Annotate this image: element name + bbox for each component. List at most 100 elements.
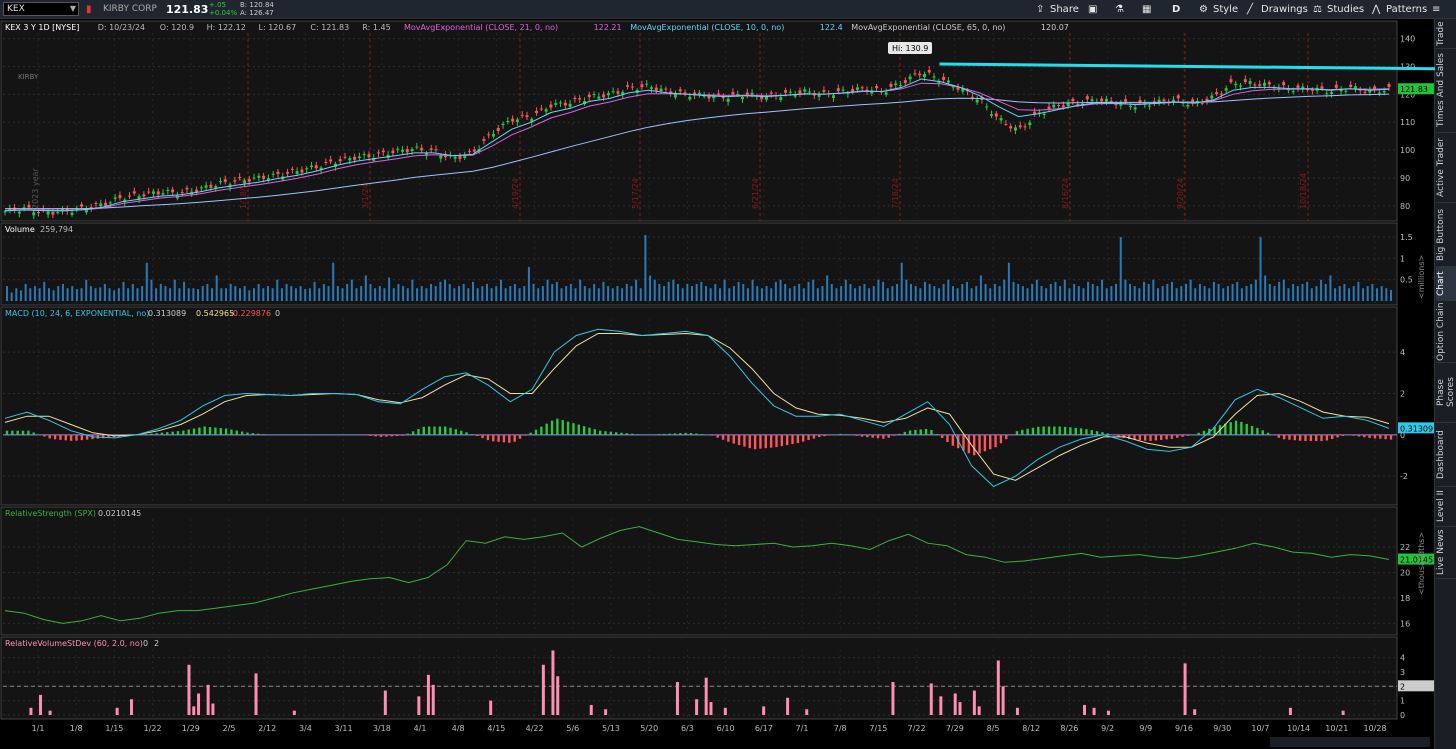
tab-level-ii[interactable]: Level II	[1436, 487, 1456, 527]
macd-value: 0.313089	[148, 309, 186, 318]
studies-icon[interactable]: ⚖	[1313, 0, 1322, 19]
candle-body	[171, 189, 175, 193]
volume-bar	[266, 286, 269, 301]
tab-trade[interactable]: Trade	[1436, 19, 1456, 49]
volume-bar	[411, 279, 414, 301]
volume-bar	[1254, 279, 1257, 301]
grid-icon[interactable]: ▦	[1142, 0, 1151, 19]
patterns-button[interactable]: Patterns	[1386, 0, 1427, 19]
candle-body	[17, 211, 21, 214]
volume-bar	[1194, 288, 1197, 301]
volume-bar	[933, 286, 936, 301]
macd-hist-bar	[1063, 426, 1067, 435]
x-tick-label: 3/11	[335, 724, 353, 733]
chart-area[interactable]: 1/18/24 3/1/24 4/19/24 5/17/24 6/21/24 7/18/2…	[0, 19, 1435, 749]
volume-bar	[332, 262, 335, 301]
candle-body	[808, 91, 812, 93]
volume-bar	[80, 288, 83, 301]
tab-live-news[interactable]: Live News	[1436, 527, 1456, 579]
macd-hist-bar	[1347, 434, 1350, 436]
volume-bar	[392, 288, 395, 301]
volume-bar	[1152, 279, 1155, 301]
timeframe-button[interactable]: D	[1172, 0, 1180, 19]
flask-icon[interactable]: ⚗	[1115, 0, 1124, 19]
tab-times-and-sales[interactable]: Times And Sales	[1436, 49, 1456, 133]
candle-body	[1363, 91, 1367, 93]
volume-value: 259,794	[40, 225, 73, 234]
candle-body	[645, 83, 649, 85]
volume-bar	[998, 286, 1001, 301]
macd-hist-bar	[1079, 428, 1083, 435]
rvs-bar	[541, 664, 545, 715]
candle-body	[525, 115, 529, 118]
price-tick: 130	[1400, 62, 1415, 71]
macd-hist-bar	[160, 432, 164, 435]
symbol-input[interactable]: KEX ▼	[3, 2, 79, 16]
last-price: 121.83	[166, 3, 209, 16]
x-tick-label: 5/20	[640, 724, 658, 733]
candle-body	[1210, 95, 1214, 99]
tab-chart[interactable]: Chart	[1436, 267, 1456, 301]
tab-active-trader[interactable]: Active Trader	[1436, 133, 1456, 203]
volume-bar	[863, 283, 866, 301]
style-button[interactable]: Style	[1213, 0, 1238, 19]
volume-bar	[1021, 286, 1024, 301]
rvs-bar	[115, 707, 119, 715]
volume-bar	[1073, 283, 1076, 301]
macd-hist-bar	[679, 433, 682, 435]
volume-bar	[1357, 281, 1360, 301]
volume-bar	[369, 283, 372, 301]
menu-icon[interactable]: ≡	[1432, 0, 1440, 19]
candle-body	[1239, 85, 1243, 87]
macd-hist-bar	[1363, 434, 1366, 438]
tab-phase-scores[interactable]: Phase Scores	[1436, 363, 1456, 423]
patterns-icon[interactable]: ⋀	[1372, 0, 1380, 19]
candle-body	[1061, 105, 1065, 108]
macd-tick: -2	[1400, 472, 1408, 481]
candle-body	[1057, 105, 1061, 107]
volume-bar	[984, 283, 987, 301]
chart-scrollbar[interactable]	[1270, 737, 1430, 747]
macd-hist-bar	[1229, 422, 1232, 435]
tab-dashboard[interactable]: Dashboard	[1436, 423, 1456, 487]
symbol-text: KEX	[7, 4, 25, 14]
price-header-item: C: 121.83	[310, 23, 349, 32]
price-tick: 110	[1400, 118, 1415, 127]
volume-bar	[388, 277, 391, 301]
macd-hist-bar	[53, 434, 57, 440]
macd-hist-bar	[454, 429, 458, 435]
tab-big-buttons[interactable]: Big Buttons	[1436, 203, 1456, 267]
lock-icon[interactable]: ▮	[86, 0, 92, 19]
volume-bar	[1376, 288, 1379, 301]
candle-body	[453, 156, 457, 159]
volume-bar	[99, 287, 102, 301]
chevron-down-icon[interactable]: ▼	[70, 3, 76, 15]
rvs-bar	[192, 706, 196, 715]
share-button[interactable]: Share	[1050, 0, 1079, 19]
macd-hist-bar	[230, 429, 233, 435]
volume-bar	[117, 288, 120, 301]
tab-option-chain[interactable]: Option Chain	[1436, 301, 1456, 363]
macd-hist-bar	[684, 432, 687, 435]
macd-hist-bar	[791, 434, 794, 445]
macd-hist-bar	[1074, 427, 1077, 435]
macd-hist-bar	[219, 428, 222, 435]
candle-body	[27, 204, 31, 208]
rvs-bar	[39, 694, 43, 715]
volume-bar	[704, 286, 707, 301]
drawings-icon[interactable]: ╱	[1247, 0, 1253, 19]
macd-hist-bar	[951, 434, 955, 446]
drawings-button[interactable]: Drawings	[1261, 0, 1308, 19]
volume-bar	[649, 275, 652, 301]
macd-hist-bar	[1341, 434, 1345, 436]
volume-bar	[1250, 283, 1253, 301]
candle-body	[247, 178, 251, 182]
volume-bar	[103, 283, 106, 301]
style-icon[interactable]: ⚙	[1199, 0, 1208, 19]
studies-button[interactable]: Studies	[1327, 0, 1364, 19]
snapshot-icon[interactable]: ▣	[1088, 0, 1097, 19]
macd-hist-bar	[577, 424, 580, 435]
candle-body	[1262, 82, 1266, 86]
share-icon[interactable]: ⇪	[1036, 0, 1044, 19]
volume-bar	[19, 290, 22, 301]
